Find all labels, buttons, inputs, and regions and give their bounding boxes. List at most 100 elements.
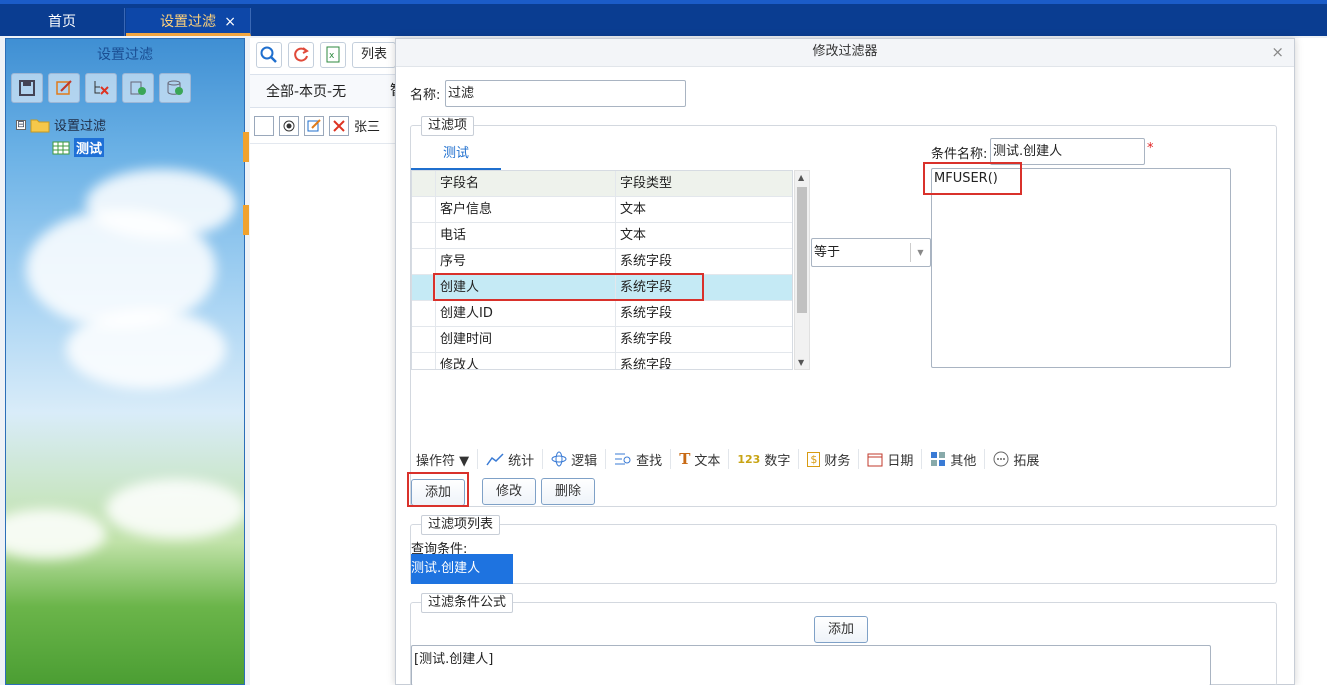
find-icon — [615, 453, 631, 465]
collapse-icon[interactable]: ⊟ — [16, 119, 26, 130]
operator-select[interactable]: 等于 ▼ — [811, 238, 931, 267]
scroll-down-icon[interactable]: ▼ — [798, 358, 804, 367]
save-icon[interactable] — [11, 73, 43, 103]
tab-home[interactable]: 首页 — [0, 8, 125, 36]
delete-tree-icon[interactable] — [85, 73, 117, 103]
query-item[interactable]: 测试.创建人 — [411, 554, 513, 584]
folder-icon — [30, 119, 50, 132]
highlight-box — [923, 162, 1022, 195]
function-toolbar: 操作符 ▼ 统计 逻辑 查找 T 文本 123 数字 $ 财务 日期 其他 拓展 — [410, 449, 1047, 469]
grid-icon — [931, 452, 946, 466]
chevron-down-icon[interactable]: ▼ — [910, 243, 930, 262]
calendar-icon — [867, 453, 883, 467]
splitter-handle[interactable] — [243, 205, 249, 235]
left-panel-toolbar — [6, 69, 244, 107]
row-checkbox[interactable] — [254, 115, 274, 136]
logic-menu[interactable]: 逻辑 — [543, 449, 607, 469]
table-scrollbar[interactable]: ▲ ▼ — [794, 170, 810, 370]
cell-type: 系统字段 — [620, 358, 673, 370]
condition-textarea[interactable]: MFUSER() — [931, 168, 1231, 368]
edit-icon[interactable] — [304, 115, 324, 136]
filter-list-fieldset — [410, 524, 1277, 584]
splitter-handle[interactable] — [243, 132, 249, 162]
edit-filter-dialog: 修改过滤器 × 名称: 过滤 过滤项 测试 字段名 字段类型 客户信息 文本 电话… — [395, 38, 1295, 685]
cell-field: 修改人 — [436, 353, 616, 369]
date-menu[interactable]: 日期 — [859, 449, 923, 469]
filter-list-legend: 过滤项列表 — [421, 515, 501, 535]
filter-items-legend: 过滤项 — [421, 116, 475, 136]
table-row[interactable]: 修改人 系统字段 — [412, 353, 792, 370]
number-menu[interactable]: 123 数字 — [729, 449, 800, 469]
name-input[interactable]: 过滤 — [445, 80, 686, 107]
more-icon — [993, 451, 1009, 467]
modify-button[interactable]: 修改 — [482, 478, 536, 505]
table-row[interactable]: 创建人ID 系统字段 — [412, 301, 792, 327]
delete-button[interactable]: 删除 — [541, 478, 595, 505]
delete-icon[interactable] — [329, 115, 349, 136]
stats-menu[interactable]: 统计 — [478, 449, 544, 469]
table-row[interactable]: 电话 文本 — [412, 223, 792, 249]
edit-icon[interactable] — [48, 73, 80, 103]
tree-root[interactable]: ⊟ 设置过滤 — [16, 113, 234, 136]
table-icon — [52, 141, 70, 154]
main-toolbar: x 列表 — [250, 38, 402, 74]
operator-menu[interactable]: 操作符 ▼ — [410, 449, 479, 469]
cell-type: 系统字段 — [620, 306, 673, 321]
refresh-icon[interactable] — [288, 42, 314, 68]
text-menu[interactable]: T 文本 — [671, 449, 730, 469]
scrollbar-thumb[interactable] — [797, 187, 807, 313]
tab-settings-filter[interactable]: 设置过滤 × — [126, 8, 251, 36]
extension-menu[interactable]: 拓展 — [985, 449, 1047, 469]
tab-settings-filter-label: 设置过滤 — [160, 14, 216, 30]
lookup-menu[interactable]: 查找 — [606, 449, 672, 469]
highlight-box — [433, 273, 704, 301]
dialog-title-text: 修改过滤器 — [812, 44, 878, 59]
search-icon[interactable] — [256, 42, 282, 68]
table-row[interactable]: 创建时间 系统字段 — [412, 327, 792, 353]
dollar-icon: $ — [807, 451, 821, 467]
cell-field: 创建人ID — [436, 301, 616, 326]
cell-field: 序号 — [436, 249, 616, 274]
scroll-up-icon[interactable]: ▲ — [798, 173, 804, 182]
tree-item-test[interactable]: 测试 — [16, 136, 234, 159]
tab-close-icon[interactable]: × — [224, 8, 236, 36]
text-icon: T — [679, 450, 691, 468]
cell-field: 客户信息 — [436, 197, 616, 222]
left-panel-title: 设置过滤 — [97, 47, 153, 63]
cell-field: 电话 — [436, 223, 616, 248]
cell-type: 文本 — [620, 228, 647, 243]
number-icon: 123 — [737, 452, 761, 466]
view-icon[interactable] — [279, 115, 299, 136]
col-field-type: 字段类型 — [620, 176, 673, 191]
finance-menu[interactable]: $ 财务 — [799, 449, 860, 469]
table-row[interactable]: 客户信息 文本 — [412, 197, 792, 223]
close-icon[interactable]: × — [1271, 39, 1284, 65]
atom-icon — [551, 451, 567, 467]
list-button[interactable]: 列表 — [352, 42, 397, 68]
cell-type: 系统字段 — [620, 254, 673, 269]
left-panel: 设置过滤 ⊟ 设置过滤 测试 — [5, 38, 245, 685]
formula-add-button[interactable]: 添加 — [814, 616, 868, 643]
col-field-name: 字段名 — [436, 171, 616, 196]
tree-item-label: 测试 — [74, 138, 105, 157]
excel-icon[interactable]: x — [320, 42, 346, 68]
condition-name-input[interactable]: 测试.创建人 — [990, 138, 1145, 165]
formula-legend: 过滤条件公式 — [421, 593, 514, 613]
operator-value: 等于 — [814, 245, 841, 260]
condition-name-label: 条件名称: — [931, 147, 988, 162]
dialog-title: 修改过滤器 × — [396, 39, 1294, 67]
table-row[interactable]: 序号 系统字段 — [412, 249, 792, 275]
table-row[interactable]: 张三 — [250, 108, 400, 144]
cell-type: 系统字段 — [620, 332, 673, 347]
cell-field: 创建时间 — [436, 327, 616, 352]
name-label: 名称: — [410, 88, 441, 103]
export-icon[interactable] — [122, 73, 154, 103]
other-menu[interactable]: 其他 — [922, 449, 986, 469]
tab-test[interactable]: 测试 — [411, 139, 501, 170]
svg-text:x: x — [329, 51, 335, 61]
cell-type: 文本 — [620, 202, 647, 217]
top-tab-bar: 首页 设置过滤 × — [0, 0, 1327, 36]
database-icon[interactable] — [159, 73, 191, 103]
chart-icon — [486, 453, 504, 466]
formula-textarea[interactable]: [测试.创建人] — [411, 645, 1211, 685]
